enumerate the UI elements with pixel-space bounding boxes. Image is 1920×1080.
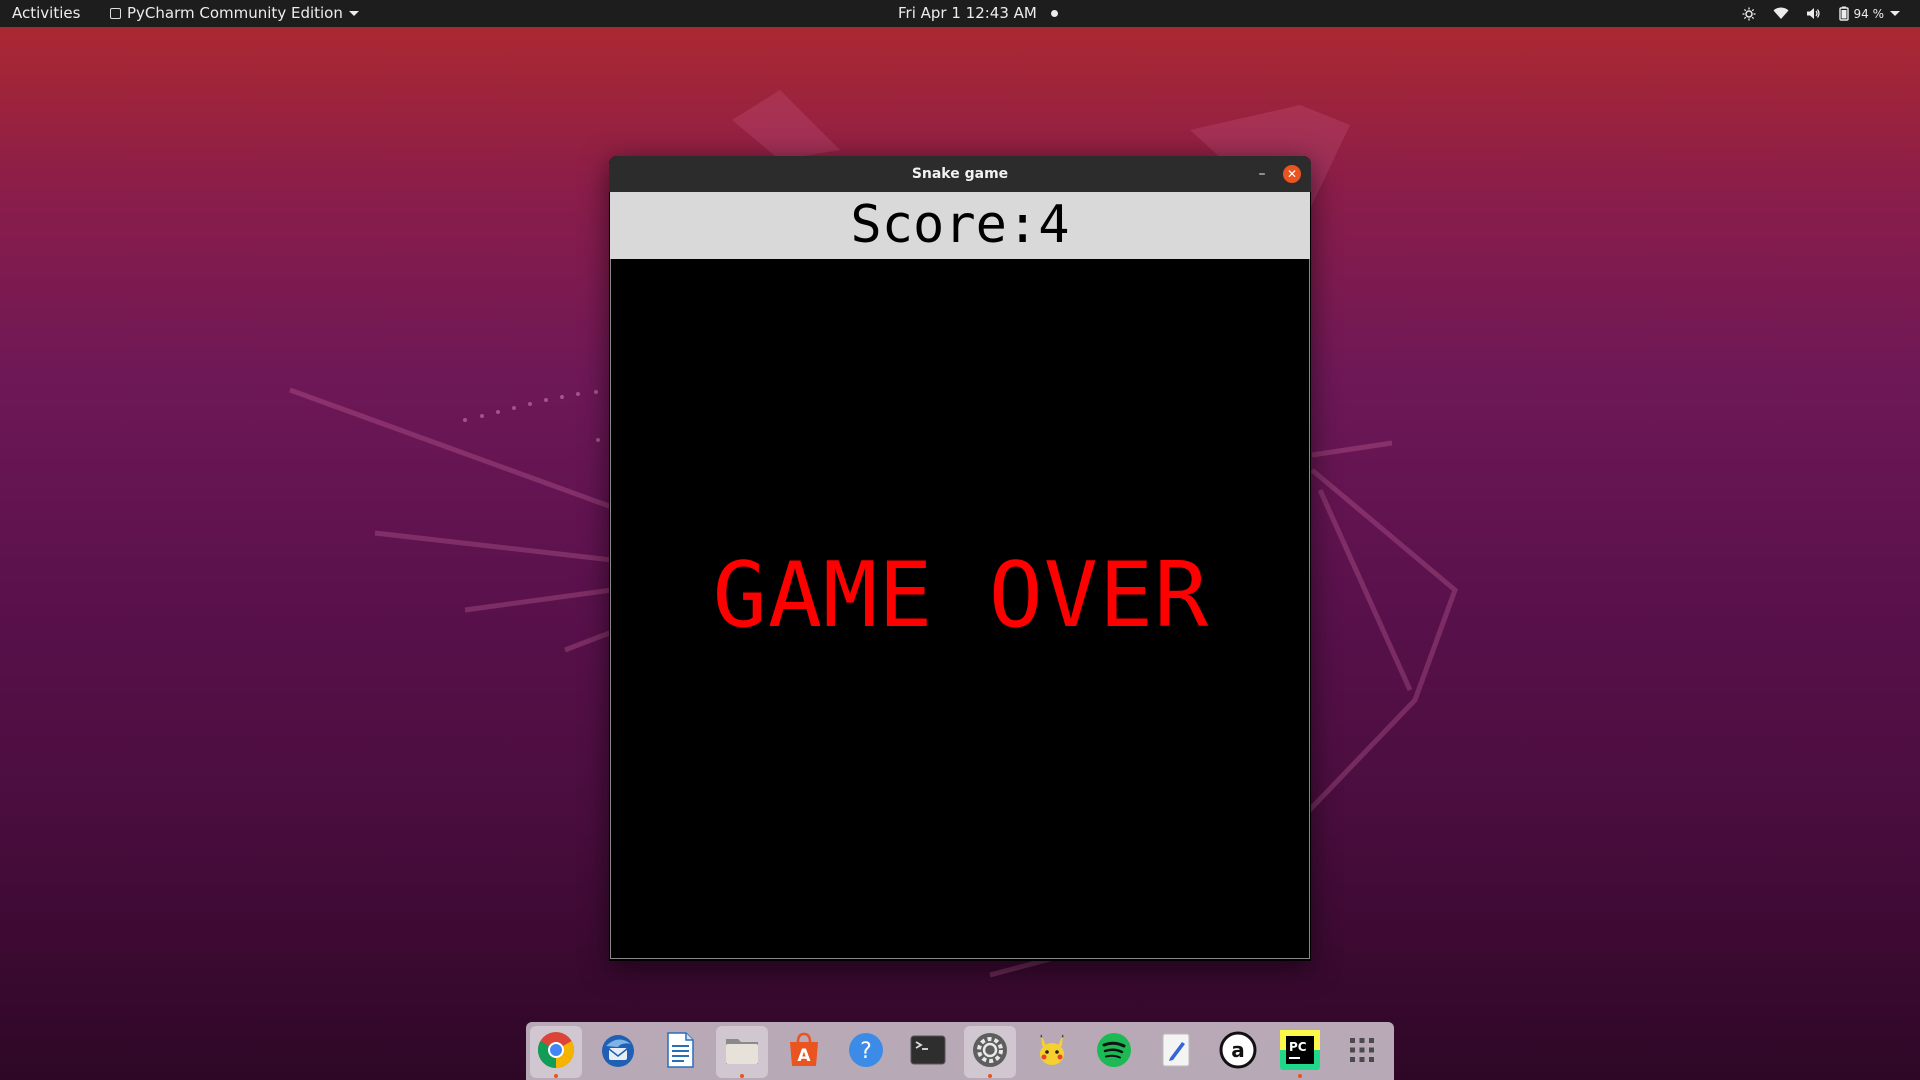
score-bar: Score:4	[610, 192, 1310, 259]
snake-game-window: Snake game – ✕ Score:4 GAME OVER	[609, 156, 1311, 961]
svg-text:?: ?	[860, 1039, 872, 1064]
running-indicator	[740, 1074, 744, 1078]
game-canvas[interactable]: GAME OVER	[610, 259, 1310, 959]
dock-item-help[interactable]: ?	[840, 1026, 892, 1078]
text-editor-icon	[1156, 1030, 1196, 1074]
dock-item-amazon[interactable]: a	[1212, 1026, 1264, 1078]
system-tray[interactable]: 94 %	[1730, 0, 1900, 27]
clock-label: Fri Apr 1 12:43 AM	[898, 4, 1037, 22]
dock-item-chrome[interactable]	[530, 1026, 582, 1078]
dock-item-pikachu[interactable]	[1026, 1026, 1078, 1078]
dock-item-files[interactable]	[716, 1026, 768, 1078]
settings-icon	[970, 1030, 1010, 1074]
minimize-button[interactable]: –	[1252, 164, 1272, 184]
amazon-icon: a	[1218, 1030, 1258, 1074]
running-indicator	[988, 1074, 992, 1078]
svg-text:a: a	[1231, 1038, 1245, 1062]
pycharm-icon: PC	[1279, 1029, 1321, 1075]
app-menu[interactable]: PyCharm Community Edition	[110, 0, 359, 27]
dock-item-pycharm[interactable]: PC	[1274, 1026, 1326, 1078]
window-title: Snake game	[911, 166, 1009, 182]
window-titlebar[interactable]: Snake game – ✕	[609, 156, 1311, 192]
running-indicator	[1298, 1074, 1302, 1078]
terminal-icon	[908, 1030, 948, 1074]
dock-item-writer[interactable]	[654, 1026, 706, 1078]
app-menu-label: PyCharm Community Edition	[127, 4, 343, 22]
top-bar: Activities PyCharm Community Edition Fri…	[0, 0, 1920, 27]
caret-down-icon	[348, 11, 359, 16]
wifi-icon	[1773, 0, 1789, 27]
libreoffice-writer-icon	[660, 1030, 700, 1074]
close-button[interactable]: ✕	[1283, 165, 1301, 183]
night-light-icon	[1742, 0, 1756, 27]
pikachu-app-icon	[1032, 1030, 1072, 1074]
dock-item-settings[interactable]	[964, 1026, 1016, 1078]
dock-item-show-applications[interactable]	[1336, 1026, 1388, 1078]
svg-text:A: A	[797, 1046, 811, 1066]
dock-item-terminal[interactable]	[902, 1026, 954, 1078]
files-icon	[722, 1030, 762, 1074]
battery-percent: 94 %	[1853, 7, 1885, 21]
help-icon: ?	[846, 1030, 886, 1074]
dock-item-text-editor[interactable]	[1150, 1026, 1202, 1078]
show-applications-icon	[1347, 1035, 1377, 1069]
running-indicator	[554, 1074, 558, 1078]
game-over-label: GAME OVER	[712, 543, 1210, 648]
software-center-icon: A	[784, 1030, 824, 1074]
desktop: Activities PyCharm Community Edition Fri…	[0, 0, 1920, 1080]
score-label: Score:4	[850, 195, 1070, 255]
window-icon	[110, 8, 121, 19]
dock-item-software[interactable]: A	[778, 1026, 830, 1078]
dock-item-spotify[interactable]	[1088, 1026, 1140, 1078]
chrome-icon	[536, 1030, 576, 1074]
clock[interactable]: Fri Apr 1 12:43 AM	[898, 0, 1058, 27]
volume-icon	[1806, 0, 1821, 27]
spotify-icon	[1094, 1030, 1134, 1074]
dock-item-thunderbird[interactable]	[592, 1026, 644, 1078]
caret-down-icon	[1890, 11, 1900, 16]
thunderbird-icon	[598, 1030, 638, 1074]
dock: A ? a PC	[526, 1022, 1394, 1080]
activities-button[interactable]: Activities	[12, 0, 80, 27]
svg-text:PC: PC	[1289, 1040, 1307, 1054]
notification-dot-icon	[1050, 10, 1058, 17]
battery-icon	[1838, 0, 1850, 27]
